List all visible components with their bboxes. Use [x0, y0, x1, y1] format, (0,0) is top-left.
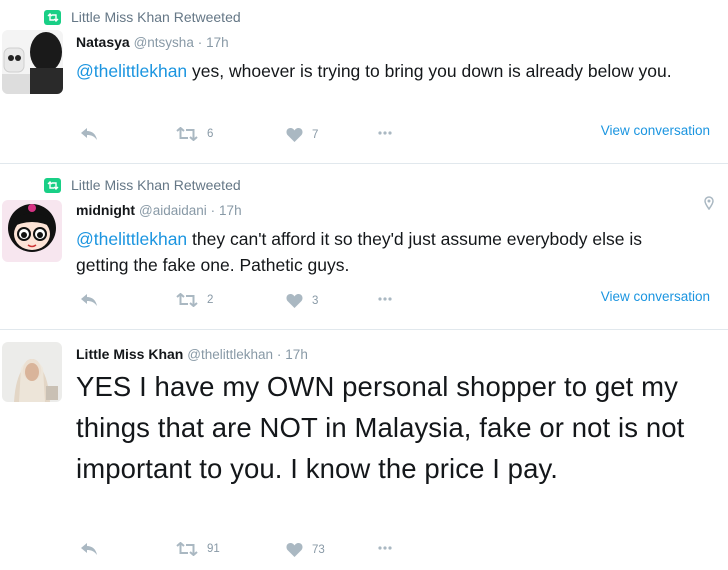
heart-icon: [286, 294, 303, 308]
retweet-context-label: Little Miss Khan Retweeted: [71, 177, 241, 193]
tweet-actions: 91 73: [76, 542, 716, 562]
retweet-icon: [176, 293, 198, 307]
view-conversation-link[interactable]: View conversation: [601, 123, 710, 138]
tweet-2[interactable]: Little Miss Khan Retweeted midnight @aid…: [0, 164, 728, 330]
separator-dot: ·: [276, 347, 282, 362]
more-button[interactable]: [378, 297, 392, 301]
retweet-button[interactable]: 6: [176, 127, 213, 141]
retweet-context: Little Miss Khan Retweeted: [44, 9, 241, 25]
retweet-count: 91: [207, 543, 220, 555]
retweet-context-label: Little Miss Khan Retweeted: [71, 9, 241, 25]
reply-button[interactable]: [80, 293, 98, 307]
reply-icon: [81, 543, 97, 555]
handle[interactable]: @aidaidani: [139, 203, 207, 218]
retweet-button[interactable]: 2: [176, 293, 213, 307]
timestamp[interactable]: 17h: [285, 347, 308, 362]
retweet-count: 6: [207, 128, 214, 140]
reply-button[interactable]: [80, 542, 98, 556]
tweet-1[interactable]: Little Miss Khan Retweeted Natasya @ntsy…: [0, 0, 728, 164]
heart-icon: [286, 128, 303, 142]
more-button[interactable]: [378, 546, 392, 550]
tweet-header: midnight @aidaidani · 17h: [76, 202, 242, 218]
tweet-text: @thelittlekhan they can't afford it so t…: [76, 226, 696, 278]
like-count: 7: [312, 128, 319, 141]
reply-button[interactable]: [80, 127, 98, 141]
separator-dot: ·: [197, 35, 203, 50]
handle[interactable]: @ntsysha: [134, 35, 194, 50]
fullname[interactable]: Natasya: [76, 34, 130, 50]
like-count: 3: [312, 294, 319, 307]
tweet-text-body: yes, whoever is trying to bring you down…: [187, 61, 672, 81]
tweet-3[interactable]: Little Miss Khan @thelittlekhan · 17h YE…: [0, 330, 728, 570]
retweet-icon: [176, 127, 198, 141]
more-icon: [378, 131, 392, 135]
tweet-header: Little Miss Khan @thelittlekhan · 17h: [76, 346, 308, 362]
timestamp[interactable]: 17h: [219, 203, 242, 218]
avatar[interactable]: [2, 30, 63, 94]
retweet-badge-icon: [44, 177, 61, 193]
like-button[interactable]: 73: [286, 542, 325, 557]
handle[interactable]: @thelittlekhan: [187, 347, 273, 362]
like-button[interactable]: 7: [286, 127, 318, 142]
retweet-button[interactable]: 91: [176, 542, 220, 556]
retweet-icon: [176, 542, 198, 556]
separator-dot: ·: [210, 203, 216, 218]
fullname[interactable]: midnight: [76, 202, 135, 218]
like-button[interactable]: 3: [286, 293, 318, 308]
reply-icon: [81, 294, 97, 306]
like-count: 73: [312, 543, 325, 556]
heart-icon: [286, 543, 303, 557]
tweet-header: Natasya @ntsysha · 17h: [76, 34, 229, 50]
tweet-text: @thelittlekhan yes, whoever is trying to…: [76, 58, 696, 84]
more-icon: [378, 297, 392, 301]
avatar[interactable]: [2, 342, 62, 402]
view-conversation-link[interactable]: View conversation: [601, 289, 710, 304]
more-button[interactable]: [378, 131, 392, 135]
retweet-context: Little Miss Khan Retweeted: [44, 177, 241, 193]
retweet-badge-icon: [44, 9, 61, 25]
retweet-count: 2: [207, 294, 214, 306]
mention-link[interactable]: @thelittlekhan: [76, 229, 187, 249]
tweet-text: YES I have my OWN personal shopper to ge…: [76, 371, 685, 484]
location-pin-icon[interactable]: [704, 196, 714, 215]
reply-icon: [81, 128, 97, 140]
fullname[interactable]: Little Miss Khan: [76, 346, 183, 362]
avatar[interactable]: [2, 200, 62, 262]
mention-link[interactable]: @thelittlekhan: [76, 61, 187, 81]
timestamp[interactable]: 17h: [206, 35, 229, 50]
more-icon: [378, 546, 392, 550]
